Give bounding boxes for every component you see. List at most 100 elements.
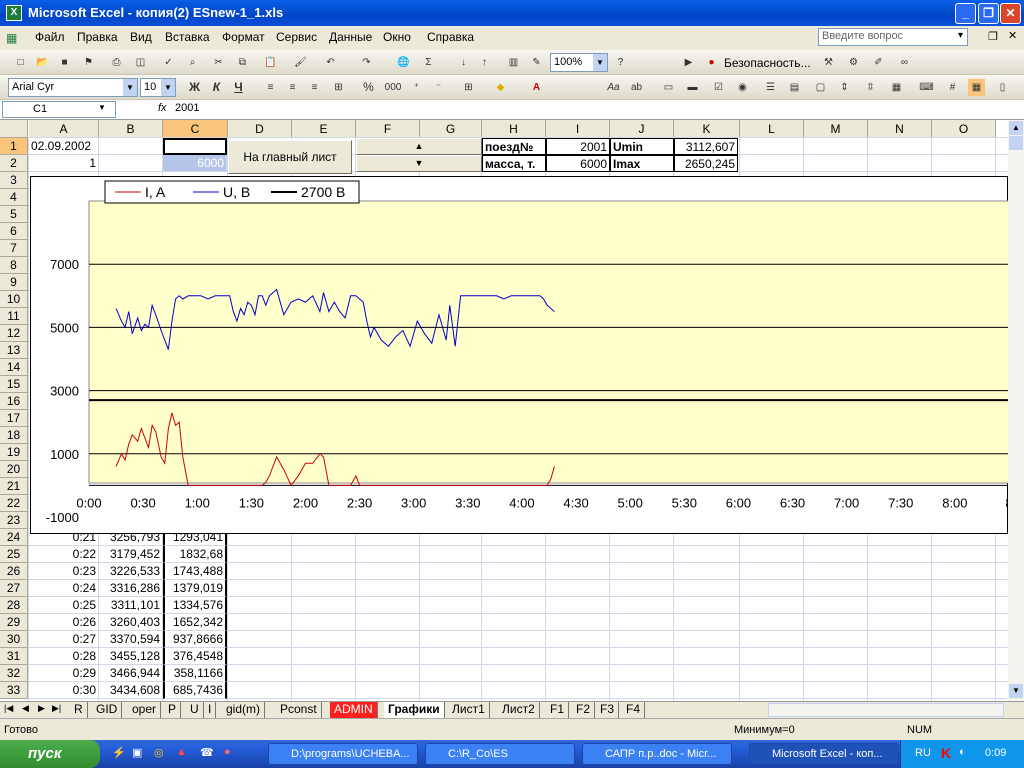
- row-header[interactable]: 20: [0, 461, 28, 478]
- cell-a1[interactable]: 02.09.2002: [29, 138, 99, 155]
- save-icon[interactable]: ■: [56, 54, 73, 71]
- scroll-down-button[interactable]: ▼: [356, 155, 482, 172]
- label-icon[interactable]: ab: [628, 79, 645, 96]
- column-header[interactable]: N: [868, 120, 932, 138]
- column-header[interactable]: A: [29, 120, 99, 138]
- row-header[interactable]: 28: [0, 597, 28, 614]
- column-header[interactable]: J: [610, 120, 674, 138]
- language-indicator[interactable]: RU: [915, 747, 931, 759]
- table-cell[interactable]: 0:28: [29, 648, 99, 665]
- align-left-icon[interactable]: ≡: [262, 79, 279, 96]
- merge-center-icon[interactable]: ⊞: [330, 79, 347, 96]
- cell-c2[interactable]: 6000: [163, 155, 227, 172]
- sheet-tab[interactable]: Графики: [384, 702, 445, 718]
- task-word-doc[interactable]: САПР п.р..doc - Micr...: [582, 743, 732, 765]
- column-header[interactable]: B: [99, 120, 163, 138]
- cell-k2[interactable]: 2650,245: [674, 155, 738, 172]
- record-icon[interactable]: ●: [703, 54, 720, 71]
- design-mode-icon[interactable]: ✐: [870, 54, 887, 71]
- row-header[interactable]: 9: [0, 274, 28, 291]
- scroll-up-icon[interactable]: ▲: [1009, 121, 1023, 135]
- row-header[interactable]: 25: [0, 546, 28, 563]
- spelling-icon[interactable]: ✓: [160, 54, 177, 71]
- task-rco[interactable]: C:\R_Co\ES: [425, 743, 575, 765]
- table-cell[interactable]: 376,4548: [163, 648, 227, 665]
- column-header[interactable]: O: [932, 120, 996, 138]
- control-toolbox-icon[interactable]: ⚒: [820, 54, 837, 71]
- ask-dropdown-icon[interactable]: ▾: [958, 30, 963, 41]
- bold-button[interactable]: Ж: [186, 79, 203, 96]
- sheet-tab[interactable]: R: [70, 702, 88, 718]
- row-header[interactable]: 33: [0, 682, 28, 699]
- tab-nav-first-icon[interactable]: |◀: [4, 703, 13, 714]
- sheet-tab[interactable]: F3: [596, 702, 620, 718]
- underline-button[interactable]: Ч: [230, 79, 247, 96]
- row-header[interactable]: 14: [0, 359, 28, 376]
- combobox-icon[interactable]: ▤: [786, 79, 803, 96]
- chevron-down-icon[interactable]: ▼: [593, 54, 607, 71]
- button-control-icon[interactable]: ▬: [684, 79, 701, 96]
- close-button[interactable]: ✕: [1000, 3, 1021, 24]
- italic-button[interactable]: К: [208, 79, 225, 96]
- excel-icon[interactable]: X: [6, 5, 22, 21]
- chevron-down-icon[interactable]: ▼: [161, 79, 175, 96]
- option-button-icon[interactable]: ◉: [734, 79, 751, 96]
- outlook-icon[interactable]: ◎: [154, 746, 164, 759]
- menu-format[interactable]: Формат: [222, 30, 265, 44]
- cell-h1[interactable]: поезд№: [482, 138, 546, 155]
- row-header[interactable]: 22: [0, 495, 28, 512]
- borders-icon[interactable]: ⊞: [460, 79, 477, 96]
- cell-i1[interactable]: 2001: [546, 138, 610, 155]
- format-painter-icon[interactable]: 🖌: [292, 54, 309, 71]
- paste-icon[interactable]: 📋: [262, 54, 279, 71]
- font-color-icon[interactable]: A: [528, 79, 545, 96]
- scroll-thumb[interactable]: [1009, 136, 1023, 150]
- sheet-tab[interactable]: Pconst: [276, 702, 322, 718]
- chevron-down-icon[interactable]: ▼: [98, 103, 106, 112]
- redo-icon[interactable]: ↷: [358, 54, 375, 71]
- row-header[interactable]: 7: [0, 240, 28, 257]
- font-select[interactable]: Arial Cyr ▼: [8, 78, 138, 97]
- column-header[interactable]: I: [546, 120, 610, 138]
- formula-input[interactable]: 2001: [175, 102, 199, 114]
- table-cell[interactable]: 3466,944: [99, 665, 163, 682]
- open-icon[interactable]: 📂: [34, 54, 51, 71]
- research-icon[interactable]: ⌕: [184, 54, 201, 71]
- row-header[interactable]: 8: [0, 257, 28, 274]
- main-sheet-button[interactable]: На главный лист: [228, 140, 352, 174]
- doc-icon[interactable]: ▦: [6, 31, 17, 45]
- kaspersky-icon[interactable]: K: [941, 745, 951, 761]
- undo-icon[interactable]: ↶: [322, 54, 339, 71]
- scrollbar-icon[interactable]: ⇕: [836, 79, 853, 96]
- row-header[interactable]: 16: [0, 393, 28, 410]
- row-header[interactable]: 15: [0, 376, 28, 393]
- table-cell[interactable]: 3311,101: [99, 597, 163, 614]
- table-cell[interactable]: 1832,68: [163, 546, 227, 563]
- horizontal-scrollbar[interactable]: [768, 703, 1004, 717]
- cell-i2[interactable]: 6000: [546, 155, 610, 172]
- fx-icon[interactable]: fx: [158, 102, 167, 114]
- menu-tools[interactable]: Сервис: [276, 30, 317, 44]
- help-icon[interactable]: ?: [612, 54, 629, 71]
- table-cell[interactable]: 358,1166: [163, 665, 227, 682]
- table-cell[interactable]: 0:26: [29, 614, 99, 631]
- cell-k1[interactable]: 3112,607: [674, 138, 738, 155]
- checkbox-icon[interactable]: ☑: [710, 79, 727, 96]
- autosum-icon[interactable]: Σ: [420, 54, 437, 71]
- cell-j1[interactable]: Umin: [610, 138, 674, 155]
- sort-asc-icon[interactable]: ↓: [455, 54, 472, 71]
- listbox-icon[interactable]: ☰: [762, 79, 779, 96]
- column-header[interactable]: G: [420, 120, 482, 138]
- column-header[interactable]: C: [163, 120, 228, 138]
- table-cell[interactable]: 937,8666: [163, 631, 227, 648]
- row-header[interactable]: 30: [0, 631, 28, 648]
- maximize-button[interactable]: ❐: [978, 3, 999, 24]
- groupbox-icon[interactable]: ▢: [812, 79, 829, 96]
- table-cell[interactable]: 1334,576: [163, 597, 227, 614]
- row-header[interactable]: 3: [0, 172, 28, 189]
- table-cell[interactable]: 3179,452: [99, 546, 163, 563]
- volume-icon[interactable]: ◐: [959, 746, 966, 758]
- sort-desc-icon[interactable]: ↑: [476, 54, 493, 71]
- worksheet-grid[interactable]: ABCDEFGHIJKLMNO 1 2 3 4 5 6 7 8 9 10 11 12 13 14 15 16 1…: [0, 120, 1008, 701]
- minimize-button[interactable]: _: [955, 3, 976, 24]
